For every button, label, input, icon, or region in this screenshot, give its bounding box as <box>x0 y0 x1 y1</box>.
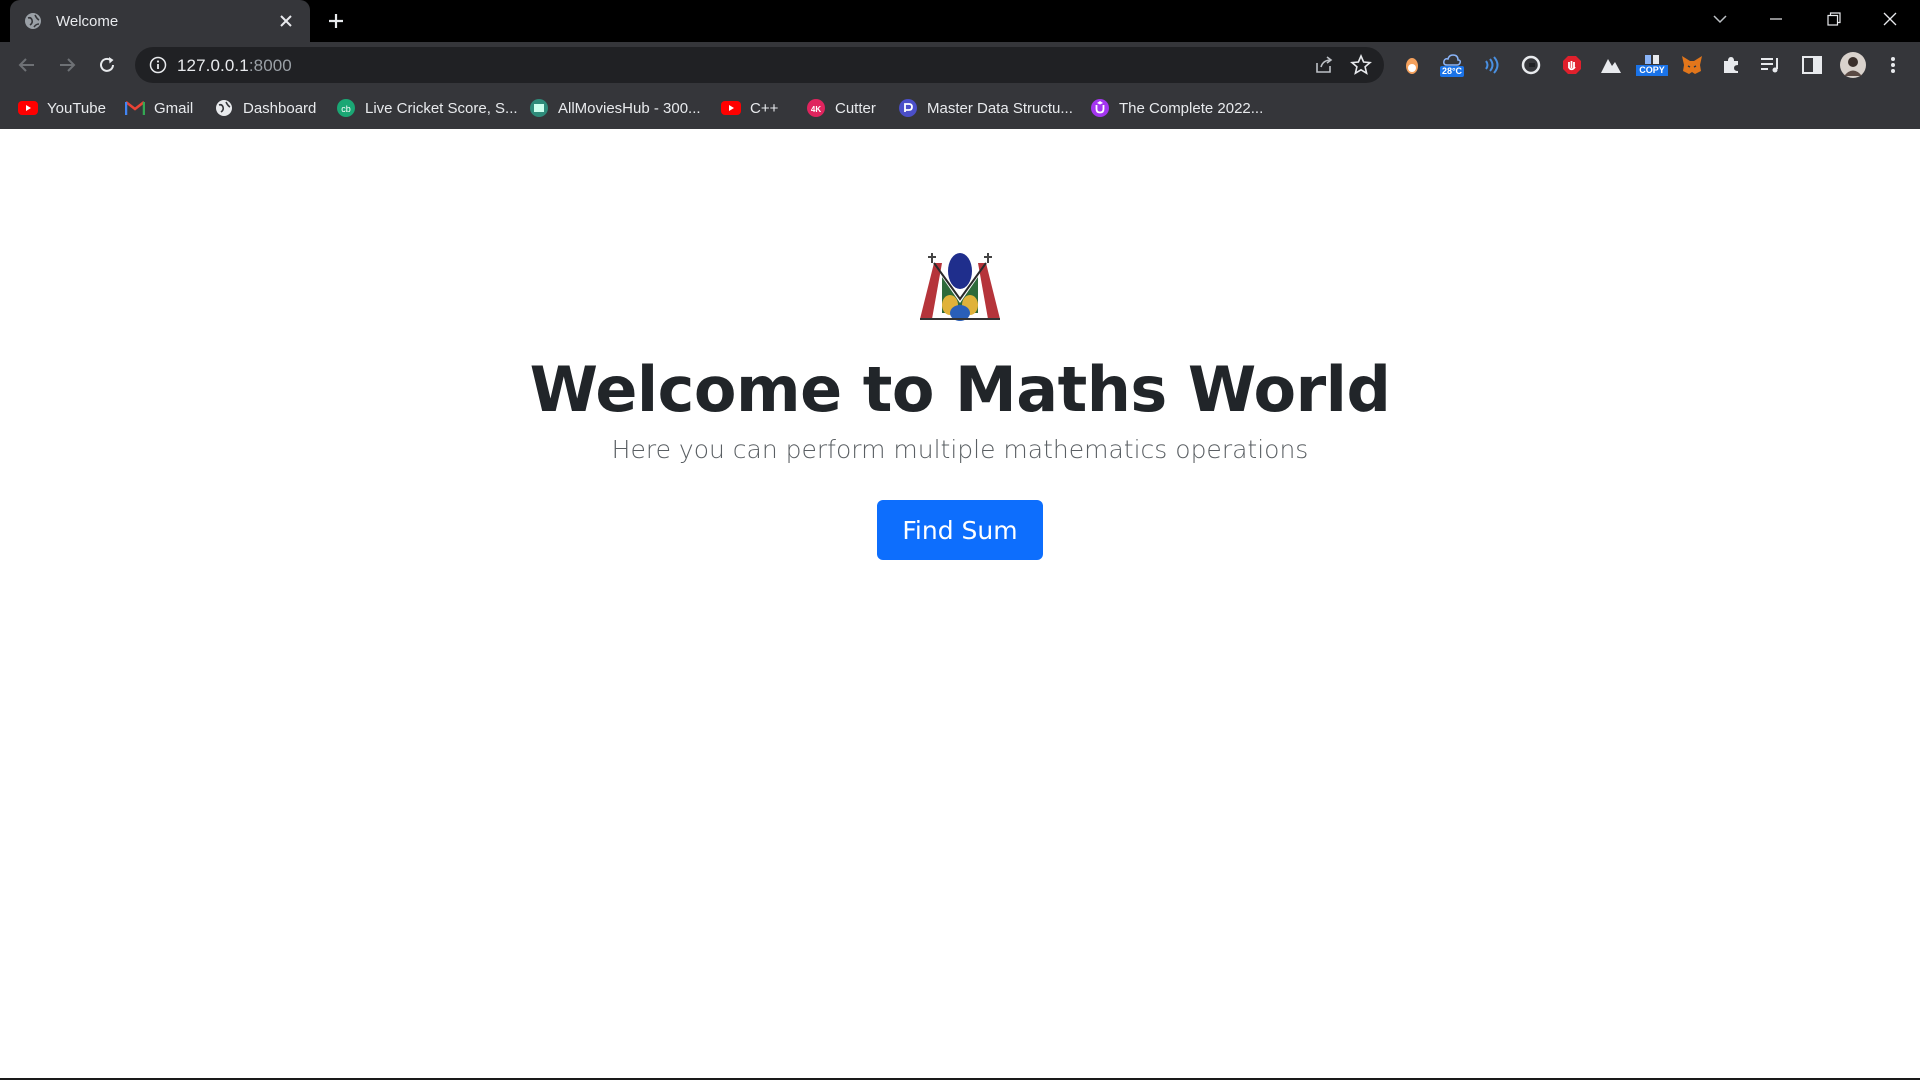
maths-world-logo <box>912 247 1008 323</box>
bookmark-label: The Complete 2022... <box>1119 99 1264 117</box>
copy-extension-icon[interactable]: COPY <box>1634 53 1670 77</box>
bookmark-allmovieshub[interactable]: AllMoviesHub - 300... <box>529 96 701 120</box>
course-site-icon <box>898 98 918 118</box>
restore-button[interactable] <box>1806 0 1862 38</box>
tab-welcome[interactable]: Welcome <box>10 0 310 42</box>
bookmark-label: Gmail <box>154 99 194 117</box>
site-info-icon[interactable] <box>149 56 167 74</box>
metamask-fox-icon[interactable] <box>1679 53 1705 77</box>
edge-extension-icon[interactable] <box>1518 53 1544 77</box>
reload-button[interactable] <box>92 50 122 80</box>
close-window-button[interactable] <box>1862 0 1918 38</box>
page-subtitle: Here you can perform multiple mathematic… <box>611 435 1309 464</box>
globe-icon <box>24 12 42 30</box>
bookmark-cricket[interactable]: cb Live Cricket Score, S... <box>336 96 518 120</box>
svg-text:cb: cb <box>341 104 351 114</box>
bookmark-master-data[interactable]: Master Data Structu... <box>898 96 1073 120</box>
adblock-icon[interactable] <box>1559 53 1585 77</box>
bookmark-label: Master Data Structu... <box>927 99 1073 117</box>
minimize-button[interactable] <box>1748 0 1804 38</box>
weather-badge: 28°C <box>1439 65 1465 77</box>
new-tab-button[interactable] <box>322 9 350 33</box>
back-button[interactable] <box>12 50 42 80</box>
extension-egg-icon[interactable] <box>1399 53 1425 77</box>
bookmark-cutter[interactable]: 4K Cutter <box>806 96 876 120</box>
url-host: 127.0.0.1 <box>177 56 249 75</box>
svg-text:4K: 4K <box>811 105 821 114</box>
bookmark-label: AllMoviesHub - 300... <box>558 99 701 117</box>
url-port: :8000 <box>248 56 292 75</box>
cricbuzz-icon: cb <box>336 98 356 118</box>
toolbar: 127.0.0.1:8000 28°C COPY <box>0 42 1920 88</box>
media-control-icon[interactable] <box>1758 53 1784 77</box>
globe-icon <box>214 98 234 118</box>
chrome-menu-icon[interactable] <box>1880 53 1906 77</box>
bookmark-cpp[interactable]: C++ <box>721 96 778 120</box>
side-panel-icon[interactable] <box>1799 53 1825 77</box>
youtube-icon <box>18 98 38 118</box>
gmail-icon <box>125 98 145 118</box>
address-bar[interactable]: 127.0.0.1:8000 <box>135 47 1384 83</box>
extensions-puzzle-icon[interactable] <box>1718 53 1744 77</box>
bookmark-label: Cutter <box>835 99 876 117</box>
bookmark-complete-2022[interactable]: The Complete 2022... <box>1090 96 1263 120</box>
mountain-extension-icon[interactable] <box>1598 53 1624 77</box>
browser-chrome: Welcome 127.0.0.1:8000 28°C COPY YouTube… <box>0 0 1920 129</box>
bookmarks-bar: YouTube Gmail Dashboard cb Live Cricket … <box>0 88 1920 129</box>
share-icon[interactable] <box>1314 55 1334 75</box>
4k-icon: 4K <box>806 98 826 118</box>
weather-extension-icon[interactable]: 28°C <box>1436 53 1468 77</box>
tab-search-icon[interactable] <box>1692 0 1748 38</box>
bookmark-star-icon[interactable] <box>1350 53 1372 76</box>
bookmark-label: YouTube <box>47 99 106 117</box>
copy-badge: COPY <box>1636 65 1668 76</box>
udemy-icon <box>1090 98 1110 118</box>
bookmark-label: Live Cricket Score, S... <box>365 99 518 117</box>
tab-strip: Welcome <box>0 0 1920 42</box>
bookmark-dashboard[interactable]: Dashboard <box>214 96 316 120</box>
page-content: Welcome to Maths World Here you can perf… <box>0 129 1920 1078</box>
bookmark-label: C++ <box>750 99 779 117</box>
find-sum-button[interactable]: Find Sum <box>877 500 1043 560</box>
wifi-extension-icon[interactable] <box>1478 53 1504 77</box>
close-tab-icon[interactable] <box>276 11 296 31</box>
page-title: Welcome to Maths World <box>529 353 1391 426</box>
url-text: 127.0.0.1:8000 <box>177 56 292 76</box>
bookmark-youtube[interactable]: YouTube <box>18 96 106 120</box>
movies-site-icon <box>529 98 549 118</box>
youtube-icon <box>721 98 741 118</box>
profile-avatar[interactable] <box>1838 50 1868 80</box>
bookmark-gmail[interactable]: Gmail <box>125 96 193 120</box>
forward-button[interactable] <box>52 50 82 80</box>
tab-title: Welcome <box>56 12 119 30</box>
bookmark-label: Dashboard <box>243 99 317 117</box>
